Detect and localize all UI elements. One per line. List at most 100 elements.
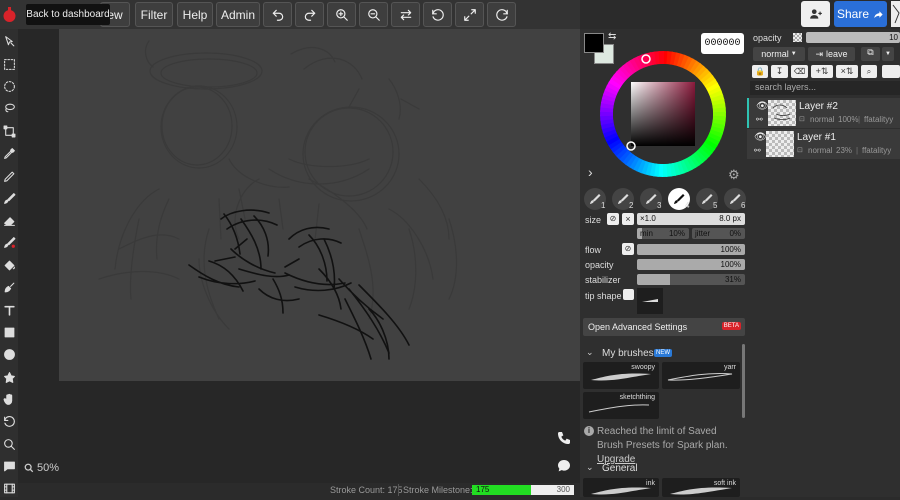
- smudge-tool[interactable]: [1, 279, 17, 295]
- brush-tool[interactable]: [1, 190, 17, 206]
- lock-layer-button[interactable]: 🔒: [752, 65, 768, 78]
- tip-shape-preview[interactable]: [637, 288, 663, 314]
- opacity-slider[interactable]: 100%: [637, 259, 745, 270]
- filmstrip-tool[interactable]: [1, 480, 17, 496]
- move-tool[interactable]: [1, 33, 17, 49]
- leave-button[interactable]: ⇥ leave: [808, 47, 855, 61]
- color-brush-tool[interactable]: [1, 234, 17, 250]
- layer-menu-button[interactable]: ▼: [882, 47, 894, 61]
- star-icon: [3, 371, 15, 383]
- brush-preset-sketchthing[interactable]: sketchthing: [583, 392, 659, 419]
- star-tool[interactable]: [1, 369, 17, 385]
- visibility-eye-icon[interactable]: 👁: [754, 133, 767, 143]
- min-size-value: 10%: [668, 229, 685, 238]
- brush-preset-swoopy[interactable]: swoopy: [583, 362, 659, 389]
- stabilizer-label: stabilizer: [585, 275, 621, 285]
- chat-tool[interactable]: [1, 458, 17, 474]
- help-menu-button[interactable]: Help: [177, 2, 213, 27]
- eyedropper-tool[interactable]: [1, 145, 17, 161]
- rotate-right-button[interactable]: [487, 2, 516, 27]
- eraser-tool[interactable]: [1, 212, 17, 228]
- hand-tool[interactable]: [1, 391, 17, 407]
- app-logo[interactable]: [2, 6, 17, 23]
- layer-extra-button[interactable]: [882, 65, 900, 78]
- duplicate-layer-button[interactable]: ⧉: [861, 47, 880, 61]
- general-toggle[interactable]: ⌄: [586, 462, 594, 473]
- magnifier-icon: [24, 463, 34, 473]
- transform-tool[interactable]: [1, 123, 17, 139]
- jitter-slider[interactable]: jitter 0%: [692, 228, 745, 239]
- drawing-canvas[interactable]: [59, 29, 580, 381]
- layer-name: Layer #1: [797, 132, 836, 143]
- layer-row[interactable]: 👁 ⚯ Layer #1 ⊡ normal 23% | ffatalityy: [747, 129, 900, 159]
- filter-menu-button[interactable]: Filter: [135, 2, 173, 27]
- brush-preset-yarr[interactable]: yarr: [662, 362, 740, 389]
- layer-meta-opacity: 100%: [838, 115, 859, 124]
- chat-bubble-icon[interactable]: [556, 458, 572, 474]
- brush-preset-ink[interactable]: ink: [583, 478, 659, 497]
- swap-colors-icon[interactable]: ⇆: [608, 31, 616, 42]
- ellipse-select-tool[interactable]: [1, 78, 17, 94]
- rotate-left-button[interactable]: [423, 2, 452, 27]
- color-wheel[interactable]: [598, 49, 728, 179]
- blend-mode-select[interactable]: normal ▼: [753, 47, 805, 61]
- tip-shape-checkbox[interactable]: [623, 289, 634, 300]
- zoom-indicator[interactable]: 50%: [24, 462, 59, 474]
- size-pressure-toggle[interactable]: ⊘: [607, 213, 619, 225]
- blend-mode-value: normal: [761, 49, 789, 59]
- brush-slot-number: 2: [629, 201, 634, 210]
- layer-meta-divider: |: [858, 115, 861, 124]
- add-layer-button[interactable]: +⇅: [811, 65, 833, 78]
- layer-search-input[interactable]: search layers...: [750, 81, 900, 95]
- flow-pressure-toggle[interactable]: ⊘: [622, 243, 634, 255]
- erase-layer-button[interactable]: ⌫: [791, 65, 808, 78]
- phone-icon[interactable]: [556, 430, 572, 446]
- rect-select-tool[interactable]: [1, 56, 17, 72]
- advanced-settings-button[interactable]: Open Advanced Settings BETA: [583, 318, 745, 336]
- layer-meta-icon: ⊡: [799, 116, 805, 123]
- invite-user-button[interactable]: [801, 1, 830, 27]
- layer-row[interactable]: 👁 ⚯ Layer #2 ⊡ normal 100% | ffatalityy: [747, 98, 900, 128]
- brush-preset-soft-ink[interactable]: soft ink: [662, 478, 740, 497]
- delete-layer-button[interactable]: ×⇅: [836, 65, 858, 78]
- stroke-milestone-label: Stroke Milestone:: [403, 485, 473, 495]
- zoom-out-button[interactable]: [359, 2, 388, 27]
- layer-lock-icon[interactable]: ⚯: [756, 115, 763, 124]
- zoom-in-button[interactable]: [327, 2, 356, 27]
- brush-slot-number: 1: [601, 201, 606, 210]
- fit-screen-button[interactable]: [455, 2, 484, 27]
- admin-menu-button[interactable]: Admin: [216, 2, 260, 27]
- layer-search-button[interactable]: ⌕: [861, 65, 877, 78]
- text-tool[interactable]: [1, 302, 17, 318]
- layer-opacity-slider[interactable]: 10: [806, 32, 900, 43]
- stabilizer-slider[interactable]: 31%: [637, 274, 745, 285]
- gear-icon[interactable]: ⚙: [728, 167, 740, 183]
- advanced-settings-label: Open Advanced Settings: [588, 322, 688, 332]
- add-user-icon: [809, 9, 822, 19]
- size-slider[interactable]: ×1.0 8.0 px: [637, 213, 745, 225]
- ellipse-select-icon: [3, 80, 15, 92]
- lasso-tool[interactable]: [1, 100, 17, 116]
- flow-slider[interactable]: 100%: [637, 244, 745, 255]
- redo-button[interactable]: [295, 2, 324, 27]
- brush-panel-scrollbar[interactable]: [742, 344, 745, 418]
- fill-tool[interactable]: [1, 257, 17, 273]
- zoom-tool[interactable]: [1, 436, 17, 452]
- rotate-view-tool[interactable]: [1, 413, 17, 429]
- layer-name: Layer #2: [799, 101, 838, 112]
- share-button[interactable]: Share: [834, 1, 887, 27]
- pen-tool[interactable]: [1, 168, 17, 184]
- flip-button[interactable]: [391, 2, 420, 27]
- size-lock-toggle[interactable]: ×: [622, 213, 634, 225]
- layer-lock-icon[interactable]: ⚯: [754, 146, 761, 155]
- min-size-slider[interactable]: min 10%: [637, 228, 689, 239]
- visibility-eye-icon[interactable]: 👁: [756, 102, 769, 112]
- user-avatar[interactable]: [891, 1, 900, 27]
- chevron-right-icon[interactable]: ›: [588, 164, 593, 180]
- clip-layer-button[interactable]: ↧: [771, 65, 788, 78]
- rectangle-tool[interactable]: [1, 324, 17, 340]
- ellipse-tool[interactable]: [1, 346, 17, 362]
- undo-button[interactable]: [263, 2, 292, 27]
- my-brushes-toggle[interactable]: ⌄: [586, 347, 594, 358]
- stabilizer-fill: [637, 274, 671, 285]
